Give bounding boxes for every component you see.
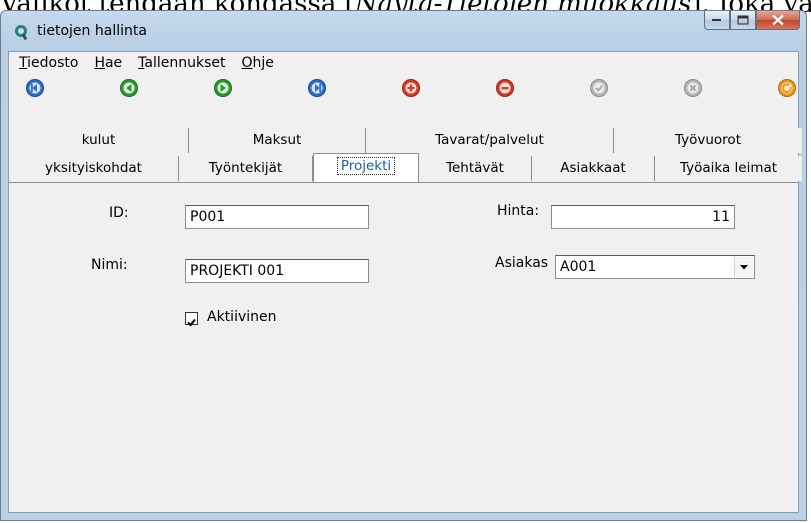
tab-yksityiskohdat-label: yksityiskohdat xyxy=(45,160,142,176)
toolbar xyxy=(9,76,798,102)
menu-tiedosto[interactable]: Tiedosto xyxy=(19,52,78,74)
menu-tallennukset[interactable]: Tallennukset xyxy=(138,52,225,74)
minimize-button[interactable] xyxy=(704,11,730,30)
tab-tehtavat[interactable]: Tehtävät xyxy=(419,156,532,181)
customer-label: Asiakas xyxy=(495,255,549,271)
client-area: Tiedosto Hae Tallennukset Ohje kulut Mak… xyxy=(8,51,802,513)
tab-tyoaika-leimat[interactable]: Työaika leimat xyxy=(655,156,802,181)
tab-row-back: kulut Maksut Tavarat/palvelut Työvuorot xyxy=(9,128,802,154)
title-bar[interactable]: tietojen hallinta xyxy=(1,11,806,45)
tab-tavarat-palvelut[interactable]: Tavarat/palvelut xyxy=(366,128,614,153)
refresh-icon[interactable] xyxy=(777,78,797,98)
tab-tavarat-palvelut-label: Tavarat/palvelut xyxy=(435,132,544,148)
app-window: tietojen hallinta Tiedosto Hae Tallennuk… xyxy=(0,10,807,521)
cancel-record-icon[interactable] xyxy=(683,78,703,98)
customer-value: A001 xyxy=(560,259,597,275)
tab-tyovuorot[interactable]: Työvuorot xyxy=(614,128,802,153)
tab-tyontekijat-label: Työntekijät xyxy=(208,160,283,176)
tab-tyovuorot-label: Työvuorot xyxy=(674,132,741,148)
delete-record-icon[interactable] xyxy=(495,78,515,98)
projekti-panel: ID: P001 Nimi: PROJEKTI 001 Aktiivinen H… xyxy=(9,182,798,512)
menu-hae-rest: ae xyxy=(104,55,123,71)
name-field[interactable]: PROJEKTI 001 xyxy=(185,259,369,283)
add-record-icon[interactable] xyxy=(401,78,421,98)
tab-yksityiskohdat[interactable]: yksityiskohdat xyxy=(9,156,179,181)
menu-bar: Tiedosto Hae Tallennukset Ohje xyxy=(9,52,798,74)
save-record-icon[interactable] xyxy=(589,78,609,98)
window-title: tietojen hallinta xyxy=(37,23,147,39)
last-record-icon[interactable] xyxy=(307,78,327,98)
tab-maksut[interactable]: Maksut xyxy=(189,128,366,153)
next-record-icon[interactable] xyxy=(213,78,233,98)
tab-tyoaika-leimat-label: Työaika leimat xyxy=(679,160,778,176)
previous-record-icon[interactable] xyxy=(119,78,139,98)
tab-tehtavat-label: Tehtävät xyxy=(446,160,504,176)
aktiivinen-checkbox[interactable] xyxy=(185,312,198,327)
price-label: Hinta: xyxy=(497,203,540,219)
tab-kulut-label: kulut xyxy=(81,132,116,148)
price-field[interactable]: 11 xyxy=(551,205,735,229)
tab-asiakkaat-label: Asiakkaat xyxy=(560,160,626,176)
menu-ohje-accel: O xyxy=(241,55,253,71)
menu-tiedosto-accel: T xyxy=(19,55,28,71)
customer-dropdown-button[interactable] xyxy=(734,257,753,277)
tab-maksut-label: Maksut xyxy=(252,132,302,148)
tab-row-front: yksityiskohdat Työntekijät Projekti Teht… xyxy=(9,153,802,183)
name-label: Nimi: xyxy=(91,257,128,273)
menu-hae[interactable]: Hae xyxy=(94,52,122,74)
menu-tiedosto-rest: iedosto xyxy=(27,55,79,71)
close-button[interactable] xyxy=(756,11,800,30)
chevron-down-icon xyxy=(740,265,748,270)
tab-kulut[interactable]: kulut xyxy=(9,128,189,153)
caption-buttons xyxy=(704,11,800,33)
tab-tyontekijat[interactable]: Työntekijät xyxy=(179,156,313,181)
menu-hae-accel: H xyxy=(94,55,105,71)
menu-tallennukset-rest: allennukset xyxy=(144,55,226,71)
maximize-button[interactable] xyxy=(730,11,756,30)
aktiivinen-label: Aktiivinen xyxy=(207,309,277,325)
app-icon xyxy=(13,24,29,41)
menu-ohje-rest: hje xyxy=(252,55,274,71)
id-field[interactable]: P001 xyxy=(185,205,369,229)
tab-projekti-label: Projekti xyxy=(336,157,396,175)
first-record-icon[interactable] xyxy=(25,78,45,98)
id-label: ID: xyxy=(109,205,129,221)
menu-ohje[interactable]: Ohje xyxy=(242,52,274,74)
tab-asiakkaat[interactable]: Asiakkaat xyxy=(532,156,655,181)
tab-projekti[interactable]: Projekti xyxy=(313,153,419,183)
customer-combobox[interactable]: A001 xyxy=(555,255,755,279)
